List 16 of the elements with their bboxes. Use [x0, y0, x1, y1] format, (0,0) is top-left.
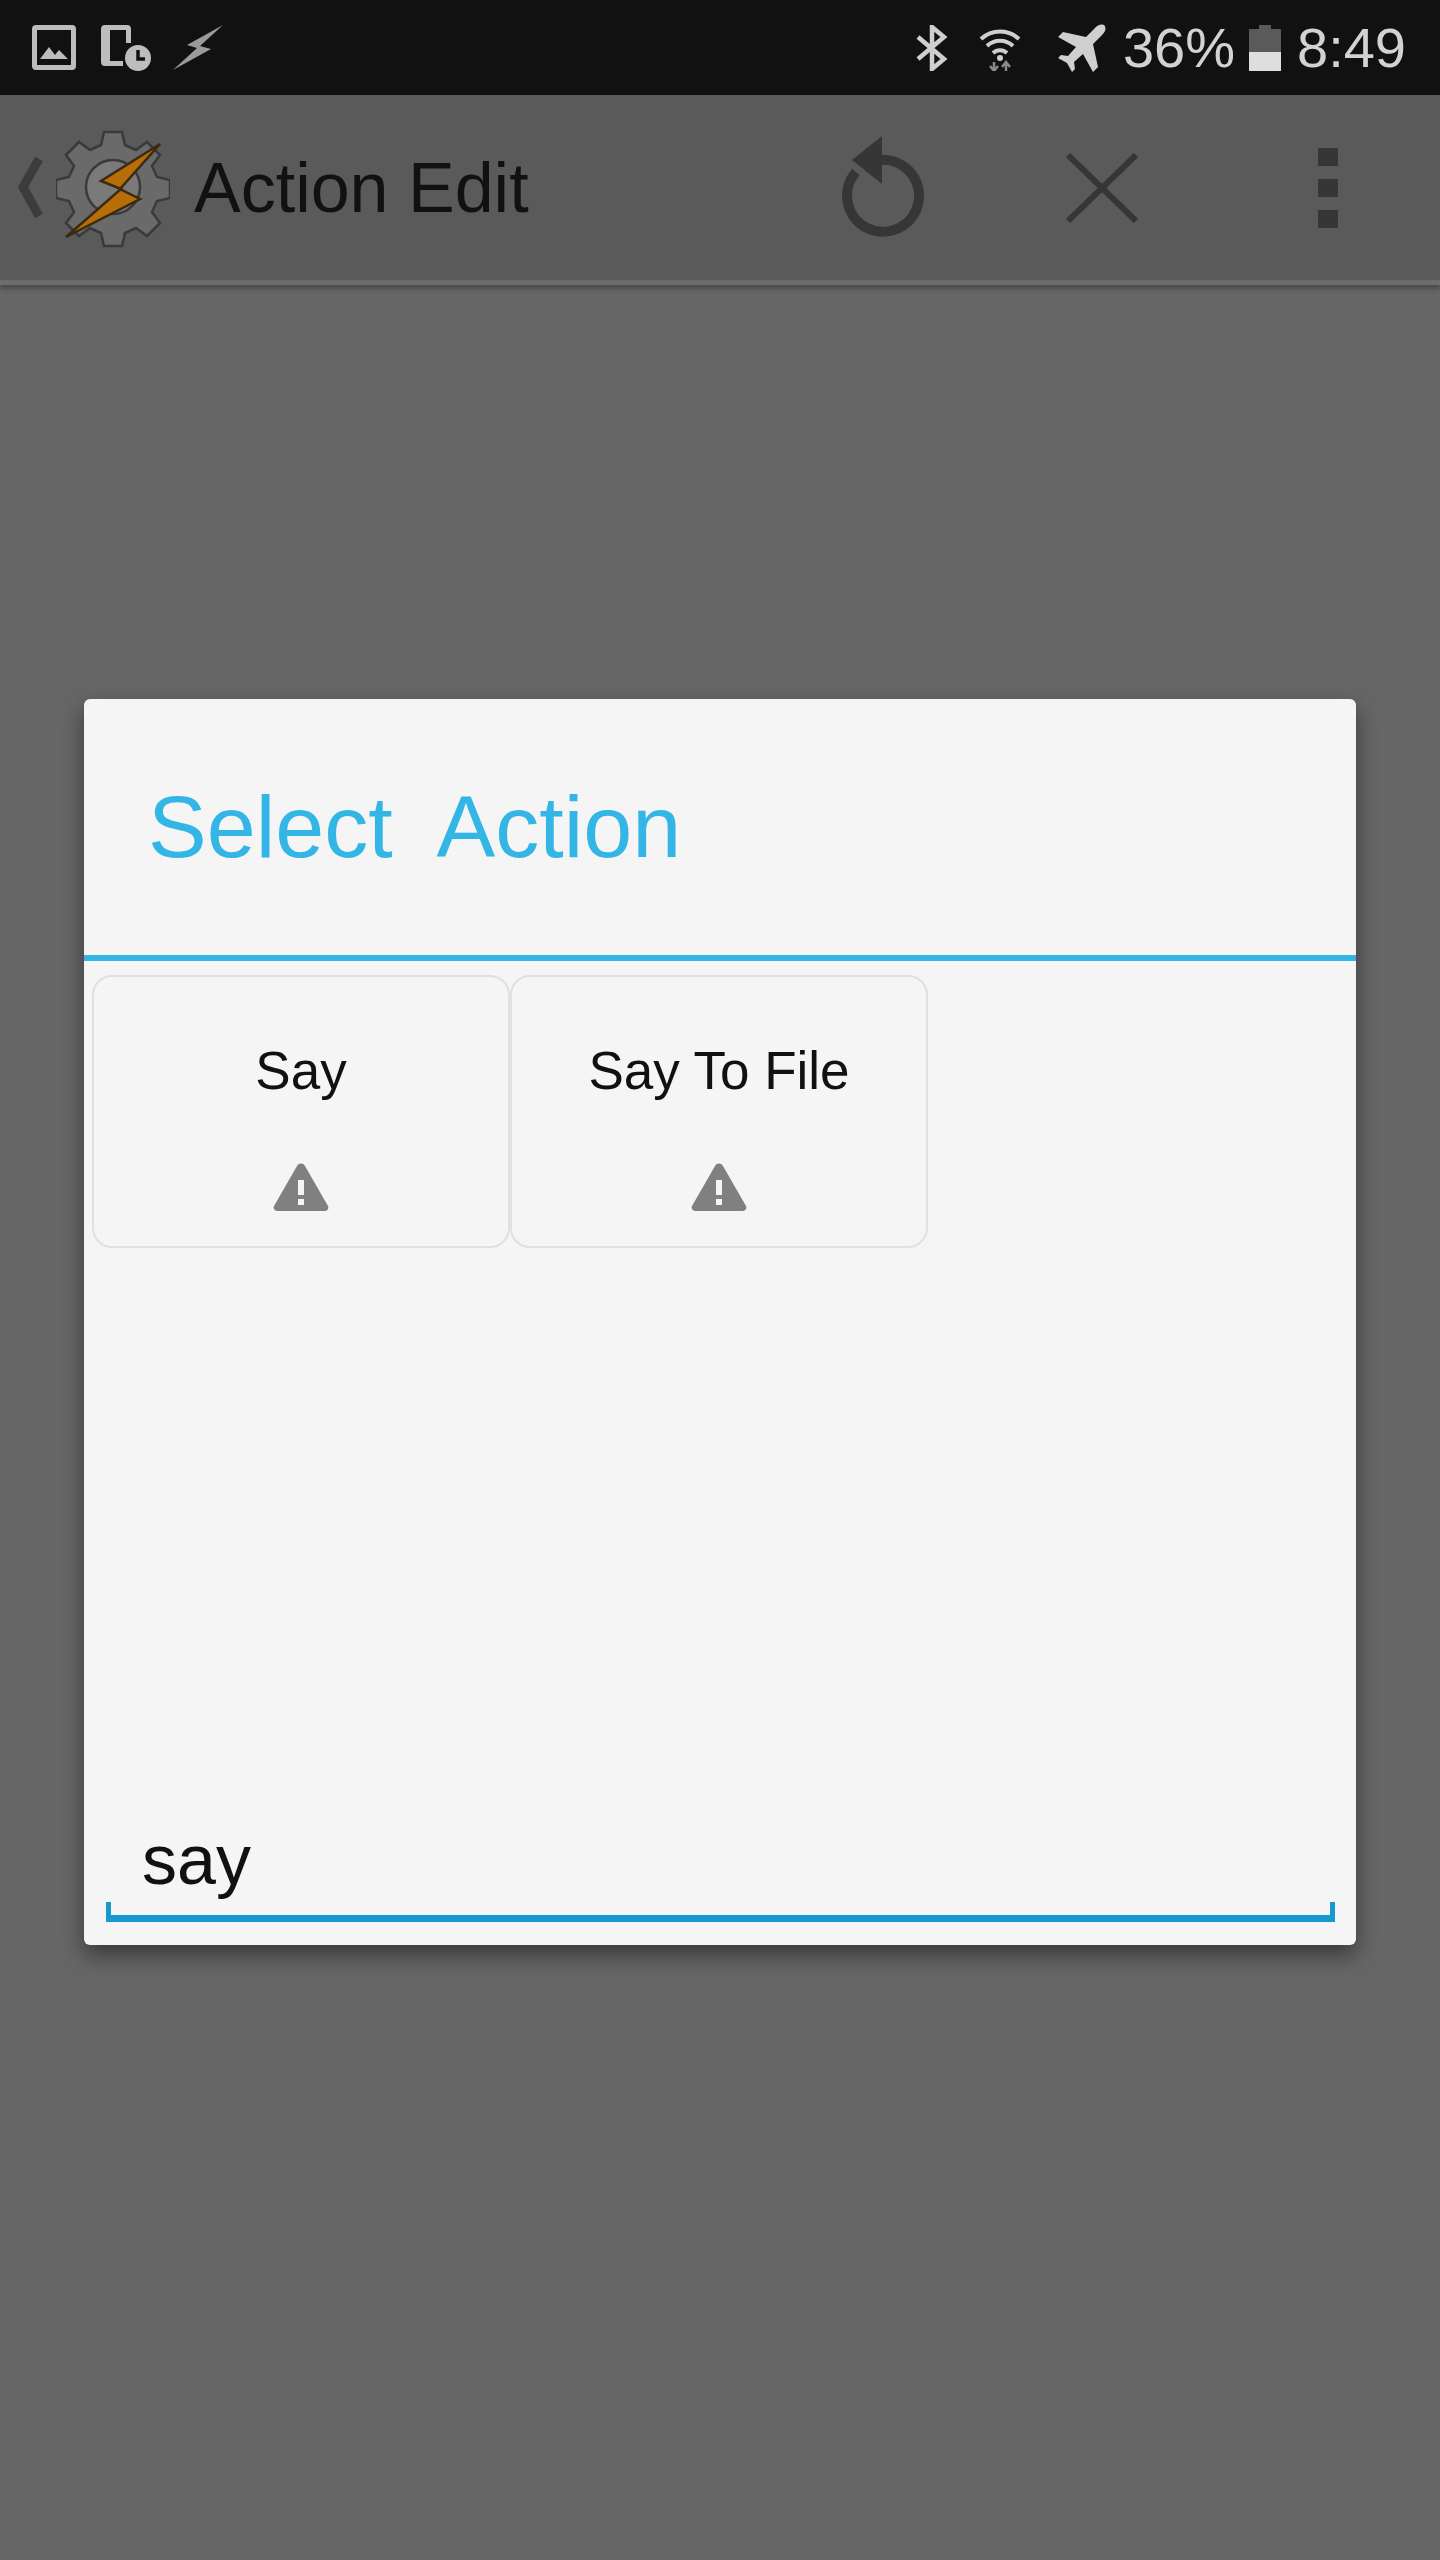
action-label: Say To File: [588, 1040, 850, 1102]
action-tile[interactable]: Say To File: [510, 975, 928, 1248]
lightning-icon: [173, 25, 223, 70]
dialog-title: Select Action: [148, 783, 682, 871]
action-tile[interactable]: Say: [92, 975, 510, 1248]
gallery-icon: [32, 25, 76, 70]
action-label: Say: [255, 1040, 347, 1102]
back-icon[interactable]: [17, 155, 44, 220]
clock-time: 8:49: [1297, 19, 1406, 76]
phone-clock-icon: [101, 24, 151, 71]
close-icon[interactable]: [1065, 152, 1139, 223]
battery-icon: [1249, 24, 1281, 71]
battery-percent: 36%: [1122, 19, 1235, 76]
bluetooth-icon: [914, 24, 949, 71]
overflow-menu-icon[interactable]: [1318, 147, 1338, 228]
screen-title: Action Edit: [194, 152, 529, 223]
